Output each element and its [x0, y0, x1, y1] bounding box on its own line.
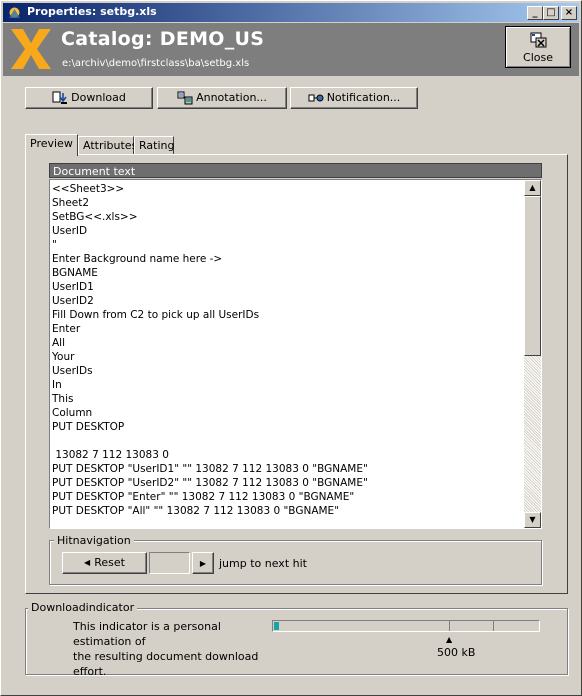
document-line: <<Sheet3>>	[52, 183, 125, 195]
document-line: Column	[52, 407, 93, 419]
reset-button[interactable]: ◀ Reset	[62, 552, 147, 574]
document-line: This	[52, 393, 74, 405]
document-line: PUT DESKTOP "All" "" 13082 7 112 13083 0…	[52, 505, 340, 517]
document-line: Sheet2	[52, 197, 90, 209]
marker-triangle-icon: ▲	[446, 635, 453, 644]
left-arrow-icon: ◀	[84, 558, 91, 567]
document-line: UserID2	[52, 295, 94, 307]
indicator-line-1: This indicator is a personal estimation …	[73, 620, 221, 648]
hit-field[interactable]	[149, 552, 190, 574]
download-button[interactable]: Download	[25, 87, 153, 109]
tab-rating[interactable]: Rating	[134, 136, 174, 155]
next-hit-button[interactable]: ▶	[192, 552, 214, 574]
annotation-icon	[177, 91, 193, 105]
catalog-header: Catalog: DEMO_US e:\archiv\demo\firstcla…	[3, 23, 579, 76]
document-line: UserID1	[52, 281, 94, 293]
document-line: Your	[52, 351, 75, 363]
tab-attributes[interactable]: Attributes	[78, 136, 137, 155]
indicator-description: This indicator is a personal estimation …	[73, 619, 273, 679]
reset-label: Reset	[94, 556, 125, 569]
download-effort-meter	[272, 620, 540, 632]
document-path: e:\archiv\demo\firstclass\ba\setbg.xls	[62, 58, 250, 69]
title-bar[interactable]: Properties: setbg.xls _ □ ×	[3, 3, 579, 22]
scroll-thumb[interactable]	[524, 196, 541, 356]
annotation-button[interactable]: Annotation...	[157, 87, 287, 109]
meter-tick	[449, 621, 450, 631]
notification-label: Notification...	[326, 91, 401, 104]
document-line: PUT DESKTOP "UserID2" "" 13082 7 112 130…	[52, 477, 368, 489]
document-line: PUT DESKTOP "UserID1" "" 13082 7 112 130…	[52, 463, 368, 475]
document-line: UserIDs	[52, 365, 93, 377]
document-line: BGNAME	[52, 267, 98, 279]
indicator-line-2: the resulting document download effort.	[73, 650, 259, 678]
document-line: PUT DESKTOP	[52, 421, 125, 433]
x-logo-icon	[11, 29, 51, 69]
document-line: SetBG<<.xls>>	[52, 211, 138, 223]
notification-button[interactable]: Notification...	[290, 87, 418, 109]
app-icon	[9, 7, 20, 18]
annotation-label: Annotation...	[196, 91, 267, 104]
tab-preview[interactable]: Preview	[25, 134, 78, 156]
document-line: UserID	[52, 225, 88, 237]
properties-window: Properties: setbg.xls _ □ × Catalog: DEM…	[0, 0, 582, 696]
document-line: In	[52, 379, 62, 391]
document-line: 13082 7 112 13083 0	[52, 449, 169, 461]
document-text-area[interactable]: <<Sheet3>> Sheet2 SetBG<<.xls>> UserID " Ente…	[49, 179, 542, 529]
document-line: PUT DESKTOP "Enter" "" 13082 7 112 13083…	[52, 491, 355, 503]
maximize-button[interactable]: □	[543, 6, 559, 20]
marker-label: 500 kB	[437, 646, 476, 659]
hitnavigation-title: Hitnavigation	[54, 534, 134, 547]
close-label: Close	[523, 51, 553, 64]
window-title: Properties: setbg.xls	[27, 5, 157, 18]
scroll-down-icon[interactable]: ▼	[524, 512, 541, 528]
document-text-header: Document text	[49, 163, 542, 178]
right-arrow-icon: ▶	[199, 559, 207, 568]
next-hit-hint: jump to next hit	[219, 557, 307, 570]
download-icon	[52, 91, 68, 104]
document-line: "	[52, 239, 57, 251]
minimize-button[interactable]: _	[527, 6, 543, 20]
document-line: Enter	[52, 323, 81, 335]
close-document-icon	[530, 32, 547, 48]
catalog-title: Catalog: DEMO_US	[61, 28, 265, 50]
meter-tick	[493, 621, 494, 631]
download-label: Download	[71, 91, 126, 104]
document-lines: <<Sheet3>> Sheet2 SetBG<<.xls>> UserID " Ente…	[52, 182, 522, 518]
document-line: Fill Down from C2 to pick up all UserIDs	[52, 309, 260, 321]
document-line: Enter Background name here ->	[52, 253, 223, 265]
notification-icon	[308, 94, 324, 102]
close-button[interactable]: Close	[505, 26, 571, 68]
document-scrollbar[interactable]: ▲ ▼	[524, 180, 541, 528]
scroll-up-icon[interactable]: ▲	[524, 180, 541, 196]
window-close-button[interactable]: ×	[561, 6, 577, 20]
meter-fill	[274, 622, 279, 630]
document-line: All	[52, 337, 66, 349]
downloadindicator-title: Downloadindicator	[28, 601, 138, 614]
